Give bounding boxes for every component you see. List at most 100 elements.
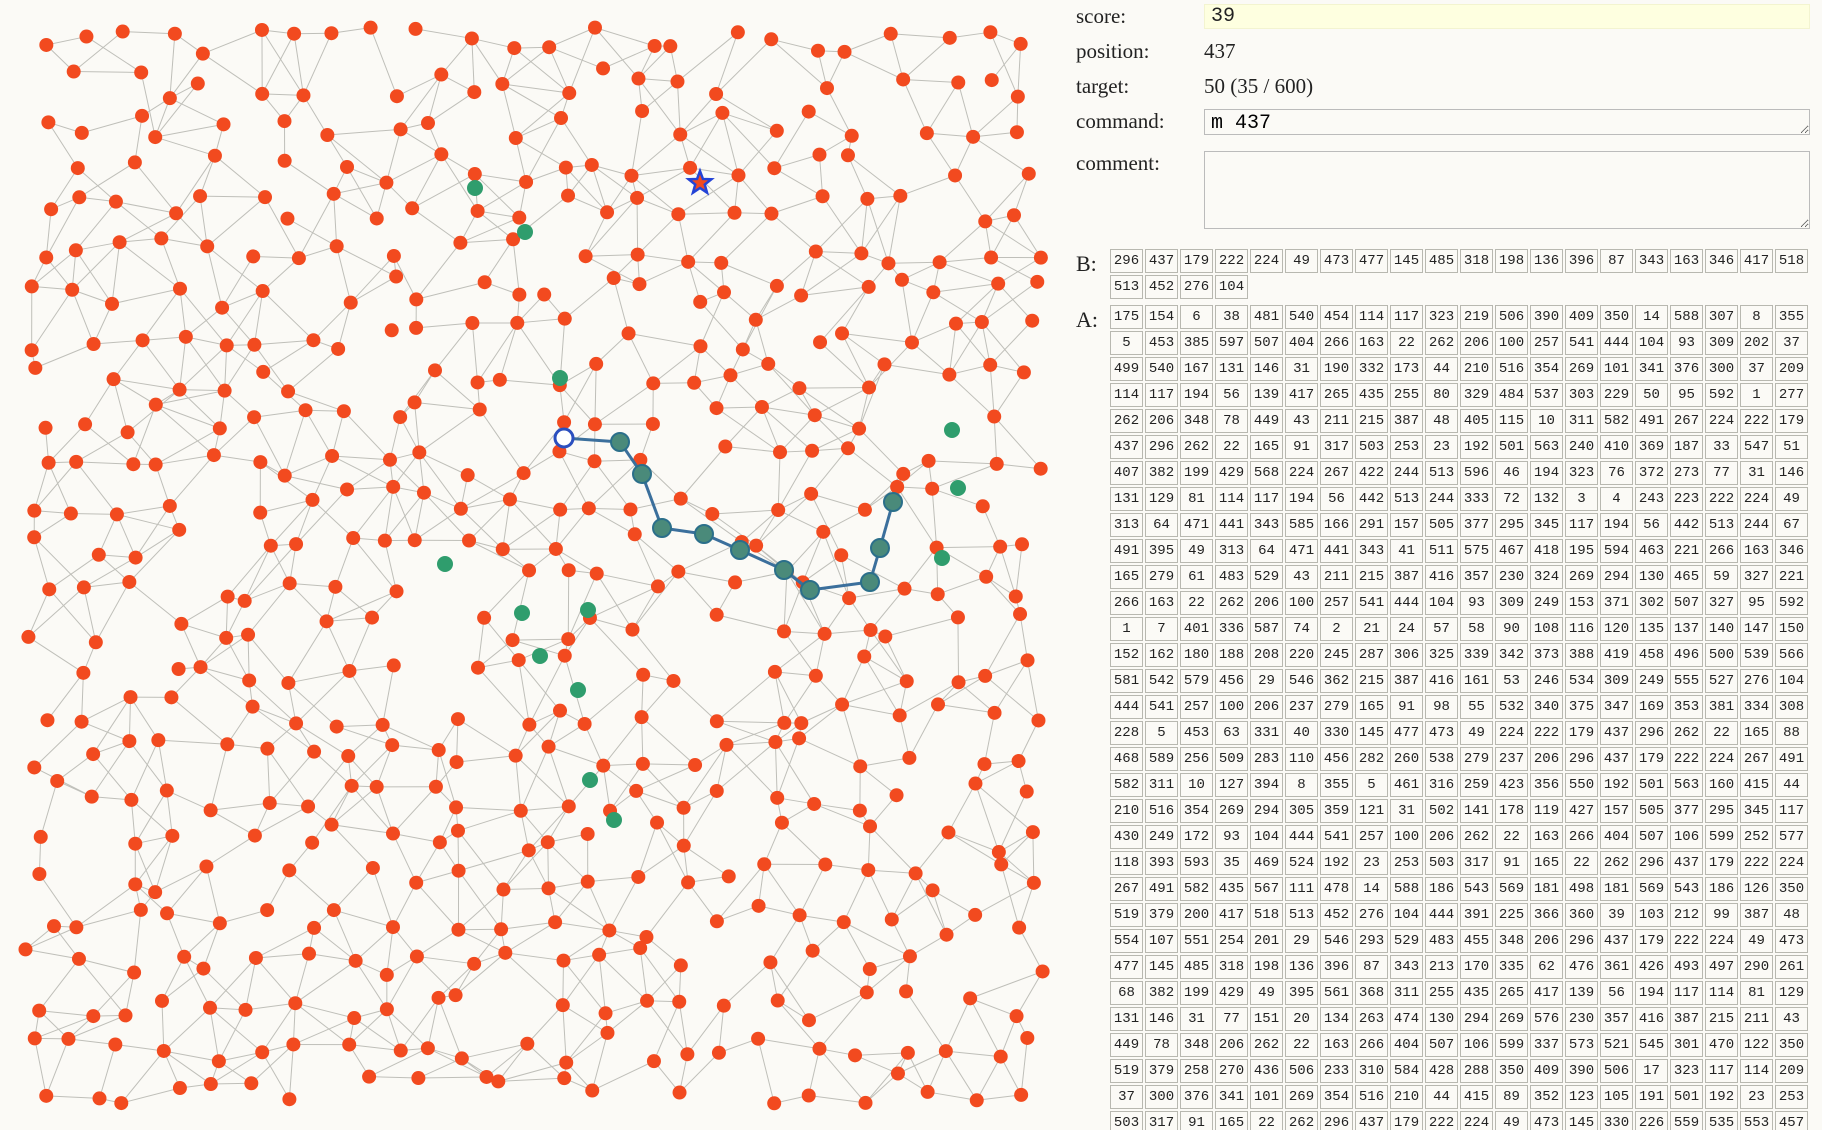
graph-node[interactable] — [421, 116, 435, 130]
list-a-cell[interactable]: 513 — [1705, 513, 1738, 537]
graph-node[interactable] — [173, 1081, 187, 1095]
graph-node[interactable] — [260, 742, 274, 756]
list-a-cell[interactable]: 266 — [1320, 331, 1353, 355]
graph-svg[interactable] — [0, 0, 1070, 1130]
graph-node[interactable] — [775, 816, 789, 830]
list-a-cell[interactable]: 343 — [1355, 539, 1388, 563]
list-a-cell[interactable]: 538 — [1425, 747, 1458, 771]
list-a-cell[interactable]: 491 — [1145, 877, 1178, 901]
graph-node[interactable] — [862, 380, 876, 394]
graph-node[interactable] — [943, 31, 957, 45]
graph-node[interactable] — [136, 333, 150, 347]
graph-node[interactable] — [717, 999, 731, 1013]
list-a-cell[interactable]: 473 — [1530, 1111, 1563, 1130]
list-a-cell[interactable]: 453 — [1180, 721, 1213, 745]
list-a-cell[interactable]: 506 — [1285, 1059, 1318, 1083]
list-a-cell[interactable]: 377 — [1460, 513, 1493, 537]
graph-node[interactable] — [931, 697, 945, 711]
list-a-cell[interactable]: 228 — [1110, 721, 1143, 745]
list-a-cell[interactable]: 335 — [1495, 955, 1528, 979]
list-a-cell[interactable]: 559 — [1670, 1111, 1703, 1130]
list-a-cell[interactable]: 151 — [1250, 1007, 1283, 1031]
list-a-cell[interactable]: 554 — [1110, 929, 1143, 953]
graph-node[interactable] — [767, 161, 781, 175]
list-a-cell[interactable]: 67 — [1775, 513, 1808, 537]
graph-node[interactable] — [507, 41, 521, 55]
graph-node[interactable] — [710, 714, 724, 728]
list-a-cell[interactable]: 55 — [1460, 695, 1493, 719]
graph-node[interactable] — [768, 735, 782, 749]
graph-node[interactable] — [154, 231, 168, 245]
list-a-cell[interactable]: 49 — [1740, 929, 1773, 953]
graph-node[interactable] — [280, 212, 294, 226]
list-b-cell[interactable]: 417 — [1740, 249, 1773, 273]
list-a-cell[interactable]: 394 — [1250, 773, 1283, 797]
list-a-cell[interactable]: 346 — [1775, 539, 1808, 563]
comment-input[interactable] — [1204, 151, 1810, 229]
list-a-cell[interactable]: 2 — [1320, 617, 1353, 641]
graph-green-node[interactable] — [517, 224, 533, 240]
list-a-cell[interactable]: 343 — [1250, 513, 1283, 537]
list-a-cell[interactable]: 473 — [1775, 929, 1808, 953]
list-a-cell[interactable]: 23 — [1740, 1085, 1773, 1109]
graph-node[interactable] — [693, 295, 707, 309]
graph-node[interactable] — [625, 623, 639, 637]
graph-node[interactable] — [811, 44, 825, 58]
list-a-cell[interactable]: 179 — [1635, 929, 1668, 953]
graph-node[interactable] — [244, 1076, 258, 1090]
list-a-cell[interactable]: 435 — [1215, 877, 1248, 901]
graph-node[interactable] — [40, 713, 54, 727]
graph-node[interactable] — [977, 757, 991, 771]
graph-node[interactable] — [28, 1031, 42, 1045]
graph-node[interactable] — [942, 368, 956, 382]
list-a-cell[interactable]: 529 — [1390, 929, 1423, 953]
list-a-cell[interactable]: 553 — [1740, 1111, 1773, 1130]
list-a-cell[interactable]: 323 — [1425, 305, 1458, 329]
list-a-cell[interactable]: 396 — [1320, 955, 1353, 979]
graph-node[interactable] — [925, 482, 939, 496]
graph-node[interactable] — [306, 333, 320, 347]
list-a-cell[interactable]: 588 — [1670, 305, 1703, 329]
graph-node[interactable] — [34, 830, 48, 844]
list-a-cell[interactable]: 503 — [1355, 435, 1388, 459]
list-a-cell[interactable]: 194 — [1635, 981, 1668, 1005]
list-a-cell[interactable]: 470 — [1705, 1033, 1738, 1057]
list-a-cell[interactable]: 498 — [1565, 877, 1598, 901]
graph-node[interactable] — [340, 160, 354, 174]
list-a-cell[interactable]: 76 — [1600, 461, 1633, 485]
graph-node[interactable] — [773, 445, 787, 459]
list-a-cell[interactable]: 599 — [1705, 825, 1738, 849]
graph-node[interactable] — [148, 130, 162, 144]
list-a-cell[interactable]: 219 — [1460, 305, 1493, 329]
graph-node[interactable] — [841, 441, 855, 455]
list-a-cell[interactable]: 163 — [1530, 825, 1563, 849]
list-a-cell[interactable]: 56 — [1600, 981, 1633, 1005]
graph-node[interactable] — [218, 384, 232, 398]
graph-node[interactable] — [78, 417, 92, 431]
list-a-cell[interactable]: 91 — [1180, 1111, 1213, 1130]
list-a-cell[interactable]: 106 — [1460, 1033, 1493, 1057]
graph-node[interactable] — [771, 994, 785, 1008]
list-a-cell[interactable]: 211 — [1320, 409, 1353, 433]
list-a-cell[interactable]: 74 — [1285, 617, 1318, 641]
list-a-cell[interactable]: 81 — [1180, 487, 1213, 511]
list-a-cell[interactable]: 509 — [1215, 747, 1248, 771]
graph-node[interactable] — [561, 632, 575, 646]
list-a-cell[interactable]: 294 — [1600, 565, 1633, 589]
graph-node[interactable] — [44, 202, 58, 216]
graph-node[interactable] — [119, 1008, 133, 1022]
graph-node[interactable] — [553, 503, 567, 517]
list-a-cell[interactable]: 104 — [1425, 591, 1458, 615]
graph-node[interactable] — [340, 482, 354, 496]
list-a-cell[interactable]: 467 — [1495, 539, 1528, 563]
list-b-cell[interactable]: 477 — [1355, 249, 1388, 273]
list-a-cell[interactable]: 43 — [1285, 409, 1318, 433]
list-a-cell[interactable]: 293 — [1355, 929, 1388, 953]
graph-node[interactable] — [648, 39, 662, 53]
list-b-cell[interactable]: 296 — [1110, 249, 1143, 273]
list-a-cell[interactable]: 206 — [1250, 591, 1283, 615]
graph-node[interactable] — [793, 908, 807, 922]
graph-node[interactable] — [842, 591, 856, 605]
graph-green-node[interactable] — [552, 370, 568, 386]
graph-node[interactable] — [768, 665, 782, 679]
